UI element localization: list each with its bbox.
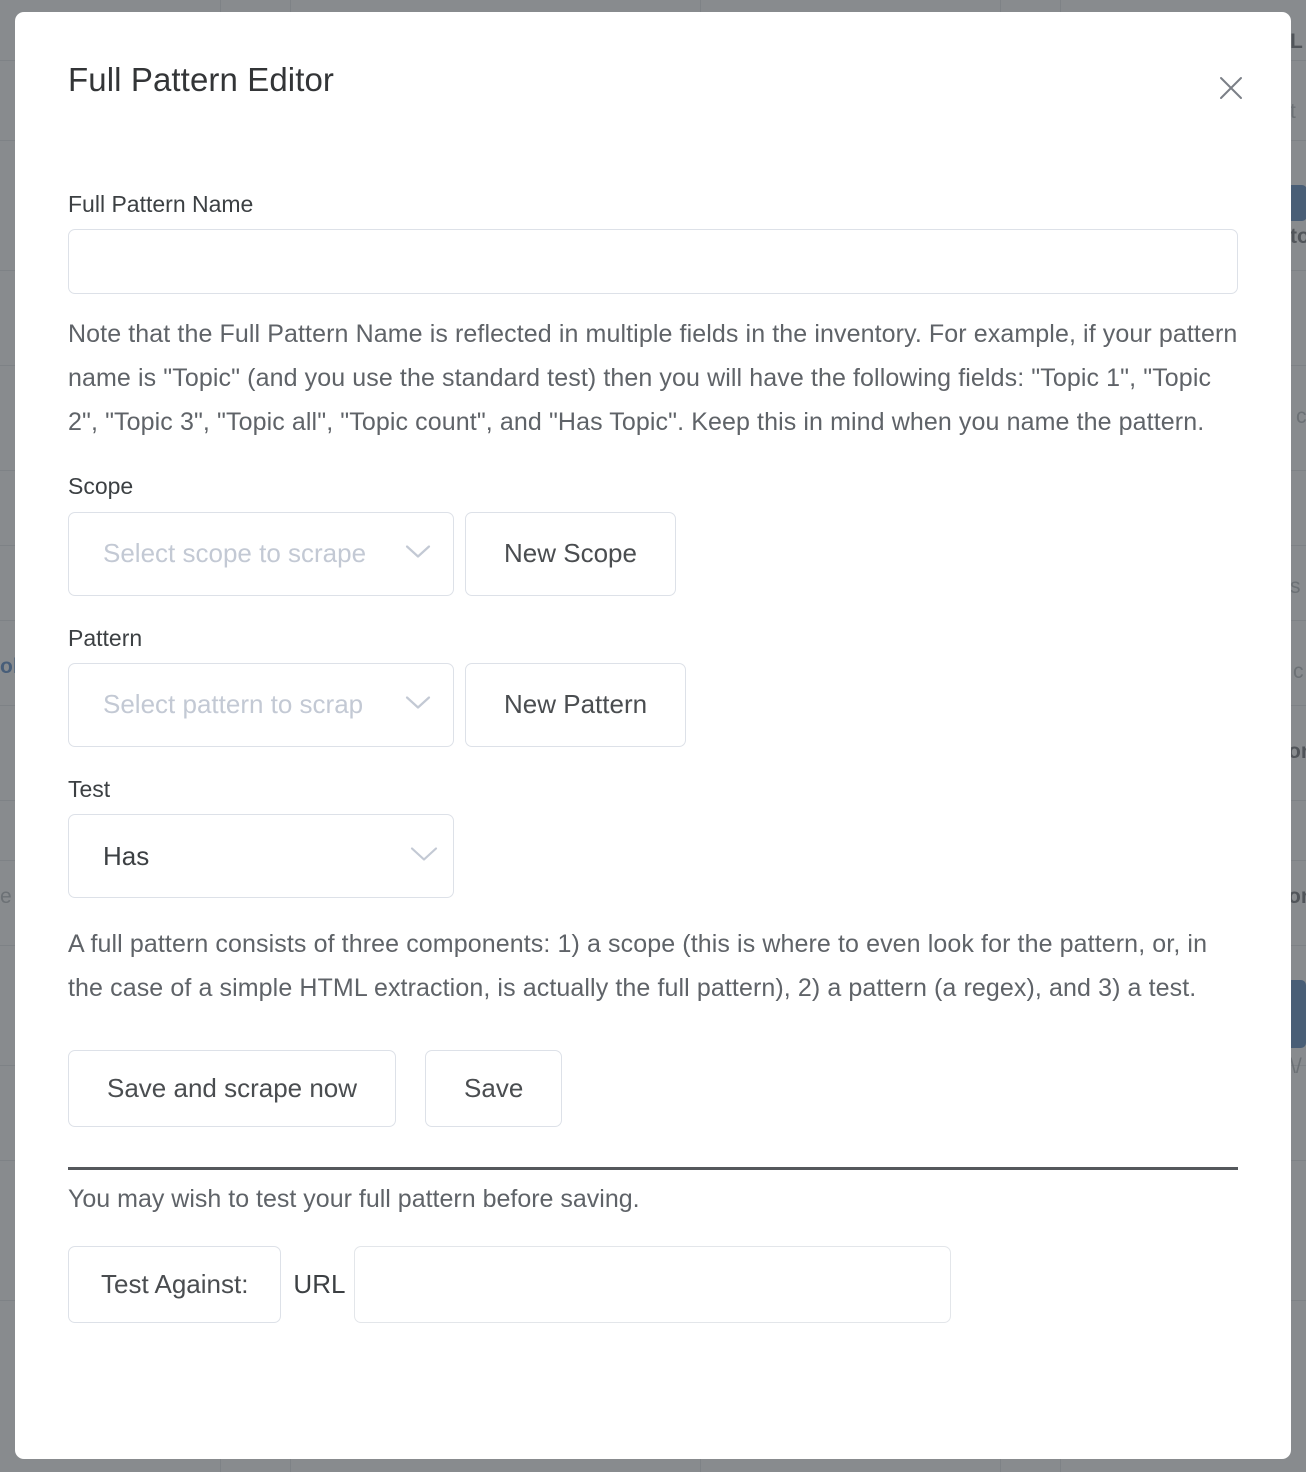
full-pattern-name-group: Full Pattern Name [68, 191, 1238, 295]
dialog-body: Full Pattern Name Note that the Full Pat… [68, 191, 1238, 1324]
pattern-group: Pattern Select pattern to scrap New Patt… [68, 624, 1238, 747]
full-pattern-name-input[interactable] [68, 229, 1238, 295]
save-and-scrape-now-button[interactable]: Save and scrape now [68, 1050, 397, 1128]
new-pattern-button[interactable]: New Pattern [465, 662, 687, 747]
scope-label: Scope [68, 473, 134, 500]
close-icon[interactable] [1211, 68, 1251, 108]
section-divider [68, 1167, 1238, 1171]
test-section-note: You may wish to test your full pattern b… [68, 1185, 640, 1214]
chevron-down-icon [405, 543, 431, 564]
page-root: L t to c s c on on \/ e ol Full Pattern … [0, 0, 1306, 1472]
chevron-down-icon [405, 694, 431, 715]
scope-group: Scope Select scope to scrape New Scope [68, 473, 1238, 596]
save-button[interactable]: Save [425, 1050, 563, 1128]
pattern-select-value: Select pattern to scrap [103, 689, 364, 720]
chevron-down-icon [409, 845, 439, 868]
new-scope-button[interactable]: New Scope [465, 511, 676, 596]
full-pattern-name-note: Note that the Full Pattern Name is refle… [68, 320, 1238, 437]
dialog-title: Full Pattern Editor [68, 61, 335, 98]
scope-select-value: Select scope to scrape [103, 538, 367, 569]
pattern-label: Pattern [68, 624, 143, 651]
pattern-select[interactable]: Select pattern to scrap [68, 662, 454, 747]
full-pattern-name-label: Full Pattern Name [68, 191, 254, 217]
test-label: Test [68, 775, 111, 802]
url-label: URL [293, 1269, 346, 1300]
test-against-button[interactable]: Test Against: [68, 1246, 282, 1324]
dialog-actions: Save and scrape now Save [68, 1050, 1238, 1128]
test-against-row: Test Against: URL [68, 1246, 1238, 1324]
test-url-input[interactable] [354, 1246, 952, 1324]
scope-select[interactable]: Select scope to scrape [68, 511, 454, 596]
full-pattern-editor-dialog: Full Pattern Editor Full Pattern Name No… [15, 12, 1291, 1459]
test-select[interactable]: Has [68, 814, 454, 899]
test-select-value: Has [103, 840, 150, 871]
test-group: Test Has [68, 775, 1238, 899]
components-note: A full pattern consists of three compone… [68, 930, 1208, 1003]
